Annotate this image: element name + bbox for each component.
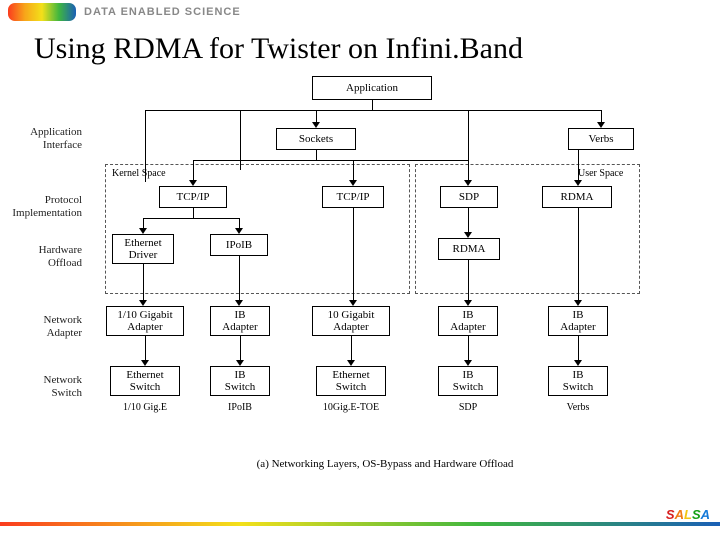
arrow-icon — [597, 122, 605, 128]
box-application: Application — [312, 76, 432, 100]
col-label-3: 10Gig.E-TOE — [323, 402, 379, 413]
header-banner: DATA ENABLED SCIENCE — [0, 0, 720, 24]
row-label-network-switch: NetworkSwitch — [0, 374, 82, 400]
edge — [193, 160, 469, 161]
col-label-5: Verbs — [567, 402, 590, 413]
edge — [239, 256, 240, 302]
box-ipoib: IPoIB — [210, 234, 268, 256]
arrow-icon — [139, 300, 147, 306]
edge — [193, 208, 194, 218]
box-switch-1: EthernetSwitch — [110, 366, 180, 396]
box-switch-2: IBSwitch — [210, 366, 270, 396]
row-label-app-interface: ApplicationInterface — [0, 126, 82, 152]
col-label-2: IPoIB — [228, 402, 252, 413]
arrow-icon — [464, 180, 472, 186]
banner-text: DATA ENABLED SCIENCE — [84, 6, 241, 18]
edge — [468, 336, 469, 362]
col-label-4: SDP — [459, 402, 477, 413]
box-adapter-3: 10 GigabitAdapter — [312, 306, 390, 336]
edge — [240, 336, 241, 362]
figure-caption: (a) Networking Layers, OS-Bypass and Har… — [257, 458, 514, 470]
box-adapter-5: IBAdapter — [548, 306, 608, 336]
box-rdma-top: RDMA — [542, 186, 612, 208]
arrow-icon — [236, 360, 244, 366]
edge — [468, 260, 469, 302]
arrow-icon — [347, 360, 355, 366]
box-sockets: Sockets — [276, 128, 356, 150]
edge — [143, 218, 240, 219]
col-label-1: 1/10 Gig.E — [123, 402, 167, 413]
network-layers-diagram: ApplicationInterface ProtocolImplementat… — [90, 76, 680, 476]
edge — [145, 110, 601, 111]
arrow-icon — [349, 180, 357, 186]
arrow-icon — [139, 228, 147, 234]
box-switch-3: EthernetSwitch — [316, 366, 386, 396]
edge — [353, 208, 354, 302]
row-label-protocol: ProtocolImplementation — [0, 194, 82, 220]
user-space-region — [415, 164, 640, 294]
page-title: Using RDMA for Twister on Infini.Band — [34, 32, 720, 66]
box-adapter-4: IBAdapter — [438, 306, 498, 336]
box-verbs: Verbs — [568, 128, 634, 150]
box-switch-4: IBSwitch — [438, 366, 498, 396]
arrow-icon — [349, 300, 357, 306]
edge — [468, 208, 469, 234]
edge — [143, 264, 144, 302]
edge — [240, 110, 241, 170]
arrow-icon — [464, 232, 472, 238]
box-adapter-1: 1/10 GigabitAdapter — [106, 306, 184, 336]
kernel-space-label: Kernel Space — [112, 168, 166, 179]
edge — [372, 100, 373, 110]
row-label-hardware-offload: HardwareOffload — [0, 244, 82, 270]
arrow-icon — [574, 360, 582, 366]
edge — [145, 336, 146, 362]
arrow-icon — [464, 360, 472, 366]
box-adapter-2: IBAdapter — [210, 306, 270, 336]
box-switch-5: IBSwitch — [548, 366, 608, 396]
user-space-label: User Space — [578, 168, 623, 179]
edge — [468, 160, 469, 182]
banner-swatch-icon — [8, 3, 76, 21]
arrow-icon — [141, 360, 149, 366]
arrow-icon — [574, 300, 582, 306]
edge — [145, 110, 146, 182]
arrow-icon — [464, 300, 472, 306]
box-rdma-mid: RDMA — [438, 238, 500, 260]
box-tcpip-b: TCP/IP — [322, 186, 384, 208]
arrow-icon — [189, 180, 197, 186]
row-label-network-adapter: NetworkAdapter — [0, 314, 82, 340]
edge — [193, 160, 194, 182]
edge — [351, 336, 352, 362]
edge — [316, 150, 317, 160]
kernel-space-region — [105, 164, 410, 294]
arrow-icon — [312, 122, 320, 128]
arrow-icon — [235, 300, 243, 306]
footer-rule-icon — [0, 522, 720, 526]
edge — [578, 336, 579, 362]
arrow-icon — [235, 228, 243, 234]
box-sdp: SDP — [440, 186, 498, 208]
edge — [353, 160, 354, 182]
arrow-icon — [574, 180, 582, 186]
box-ethernet-driver: EthernetDriver — [112, 234, 174, 264]
box-tcpip-a: TCP/IP — [159, 186, 227, 208]
edge — [578, 208, 579, 302]
edge — [578, 150, 579, 182]
footer-logo: SALSA — [666, 507, 710, 522]
